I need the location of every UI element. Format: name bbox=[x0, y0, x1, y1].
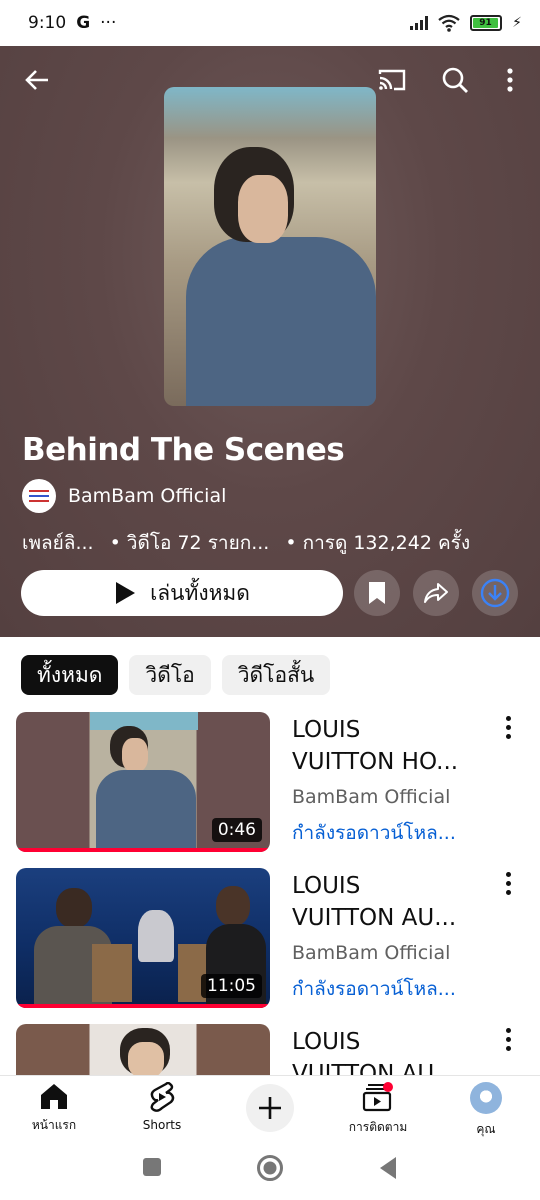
back-triangle-icon[interactable] bbox=[378, 1156, 398, 1180]
bookmark-icon bbox=[369, 582, 385, 604]
video-title-line: VUITTON HO... bbox=[292, 749, 459, 775]
video-title-line: LOUIS bbox=[292, 873, 361, 899]
playlist-meta: เพลย์ลิ... • วิดีโอ 72 รายก... • การดู 1… bbox=[22, 528, 470, 558]
filter-chips: ทั้งหมด วิดีโอ วิดีโอสั้น bbox=[21, 655, 331, 695]
watch-progress-bar bbox=[16, 1004, 270, 1008]
video-thumbnail[interactable]: 11:05 bbox=[16, 868, 270, 1008]
nav-you-label: คุณ bbox=[476, 1122, 496, 1136]
nav-subscriptions-label: การติดตาม bbox=[348, 1120, 408, 1134]
save-playlist-button[interactable] bbox=[354, 570, 400, 616]
more-notifications-icon: ··· bbox=[100, 13, 117, 33]
recents-icon[interactable] bbox=[142, 1157, 162, 1177]
video-list-item[interactable]: LOUIS VUITTON AU... bbox=[0, 1024, 540, 1075]
system-navigation-bar bbox=[0, 1145, 540, 1200]
create-button[interactable] bbox=[246, 1084, 294, 1132]
video-duration: 11:05 bbox=[201, 974, 262, 998]
more-vertical-icon[interactable] bbox=[498, 716, 518, 746]
battery-level: 91 bbox=[473, 18, 498, 28]
bottom-navigation: หน้าแรก Shorts การติดตาม คุณ bbox=[0, 1075, 540, 1145]
meta-video-count: • วิดีโอ 72 รายก... bbox=[109, 532, 270, 554]
shorts-icon bbox=[150, 1082, 175, 1112]
video-title-line: VUITTON AU... bbox=[292, 905, 457, 931]
download-status: กำลังรอดาวน์โหล... bbox=[292, 822, 456, 844]
video-channel: BamBam Official bbox=[292, 786, 451, 808]
chip-all[interactable]: ทั้งหมด bbox=[21, 655, 119, 695]
download-button[interactable] bbox=[472, 570, 518, 616]
search-icon bbox=[442, 67, 468, 93]
cast-icon bbox=[378, 69, 406, 91]
playlist-header: Behind The Scenes BamBam Official เพลย์ล… bbox=[0, 46, 540, 637]
more-vertical-icon bbox=[507, 68, 513, 92]
google-icon: G bbox=[76, 13, 91, 33]
subscriptions-icon bbox=[362, 1082, 393, 1112]
back-button[interactable] bbox=[19, 62, 55, 98]
wifi-icon bbox=[438, 14, 460, 32]
nav-shorts-label: Shorts bbox=[142, 1118, 182, 1132]
video-list-item[interactable]: 11:05 LOUIS VUITTON AU... BamBam Officia… bbox=[0, 868, 540, 1008]
nav-home-label: หน้าแรก bbox=[31, 1118, 77, 1132]
share-icon bbox=[424, 583, 448, 603]
video-title-line: LOUIS bbox=[292, 1029, 361, 1055]
charging-icon: ⚡ bbox=[512, 15, 522, 31]
more-options-button[interactable] bbox=[492, 62, 528, 98]
video-title-line: LOUIS bbox=[292, 717, 361, 743]
video-title: LOUIS VUITTON HO... bbox=[292, 714, 478, 778]
cast-button[interactable] bbox=[374, 62, 410, 98]
play-all-label: เล่นทั้งหมด bbox=[150, 580, 250, 605]
nav-you[interactable]: คุณ bbox=[436, 1082, 536, 1139]
more-vertical-icon[interactable] bbox=[498, 1028, 518, 1058]
plus-icon bbox=[259, 1097, 281, 1119]
more-vertical-icon[interactable] bbox=[498, 872, 518, 902]
watch-progress-bar bbox=[16, 848, 270, 852]
video-duration: 0:46 bbox=[211, 818, 262, 842]
video-title-line: VUITTON AU... bbox=[292, 1061, 457, 1075]
home-circle-icon[interactable] bbox=[256, 1154, 284, 1182]
status-bar: 9:10 G ··· 91 ⚡ bbox=[0, 0, 540, 46]
signal-icon bbox=[410, 16, 429, 30]
channel-avatar bbox=[22, 479, 56, 513]
video-title: LOUIS VUITTON AU... bbox=[292, 870, 478, 934]
status-time: 9:10 bbox=[28, 13, 67, 33]
video-thumbnail[interactable] bbox=[16, 1024, 270, 1075]
video-channel: BamBam Official bbox=[292, 942, 451, 964]
chip-shorts[interactable]: วิดีโอสั้น bbox=[221, 655, 331, 695]
search-button[interactable] bbox=[437, 62, 473, 98]
play-all-button[interactable]: เล่นทั้งหมด bbox=[21, 570, 343, 616]
share-button[interactable] bbox=[413, 570, 459, 616]
video-list-item[interactable]: 0:46 LOUIS VUITTON HO... BamBam Official… bbox=[0, 712, 540, 852]
channel-link[interactable]: BamBam Official bbox=[22, 479, 226, 513]
battery-icon: 91 bbox=[470, 15, 503, 31]
download-icon bbox=[480, 578, 510, 608]
nav-subscriptions[interactable]: การติดตาม bbox=[328, 1082, 428, 1137]
back-arrow-icon bbox=[25, 70, 48, 90]
video-thumbnail[interactable]: 0:46 bbox=[16, 712, 270, 852]
avatar bbox=[470, 1082, 502, 1114]
playlist-title: Behind The Scenes bbox=[22, 432, 345, 468]
nav-home[interactable]: หน้าแรก bbox=[4, 1082, 104, 1135]
video-title: LOUIS VUITTON AU... bbox=[292, 1026, 478, 1075]
channel-name: BamBam Official bbox=[68, 485, 227, 507]
playlist-cover-image bbox=[164, 87, 376, 406]
play-icon bbox=[116, 582, 136, 604]
nav-shorts[interactable]: Shorts bbox=[112, 1082, 212, 1132]
download-status: กำลังรอดาวน์โหล... bbox=[292, 978, 456, 1000]
meta-type: เพลย์ลิ... bbox=[22, 532, 94, 554]
home-icon bbox=[41, 1084, 67, 1109]
chip-videos[interactable]: วิดีโอ bbox=[129, 655, 211, 695]
meta-view-count: • การดู 132,242 ครั้ง bbox=[285, 532, 471, 554]
